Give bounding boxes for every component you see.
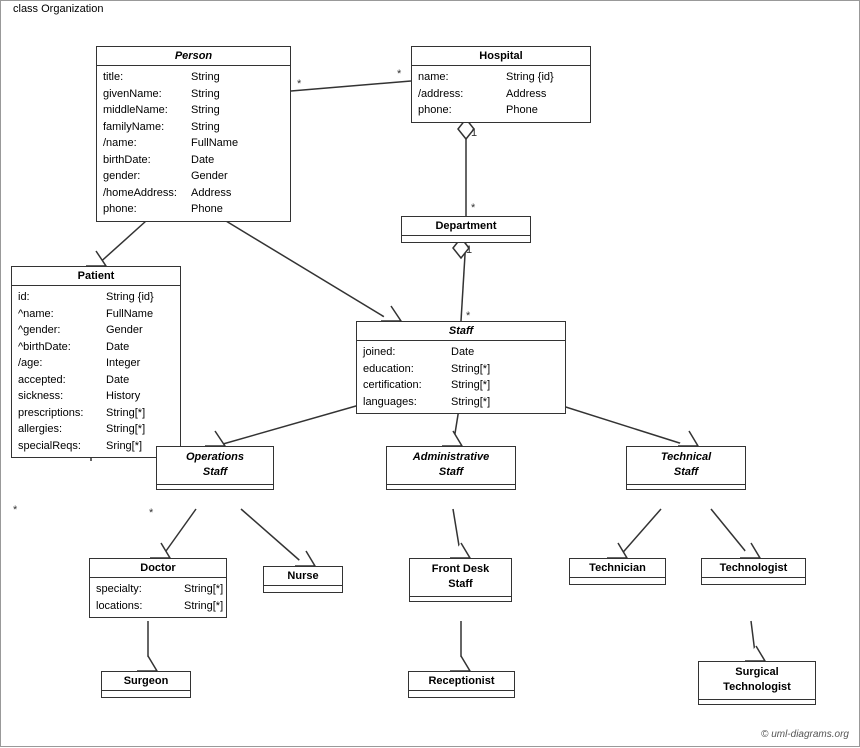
patient-title: Patient [12, 267, 180, 286]
svg-text:*: * [149, 507, 154, 519]
technologist-title: Technologist [702, 559, 805, 578]
department-class: Department [401, 216, 531, 243]
diagram-title: class Organization [9, 3, 108, 15]
person-attrs: title:String givenName:String middleName… [97, 66, 290, 221]
staff-attrs: joined:Date education:String[*] certific… [357, 341, 565, 413]
technical-staff-class: TechnicalStaff [626, 446, 746, 490]
staff-class: Staff joined:Date education:String[*] ce… [356, 321, 566, 414]
technician-title: Technician [570, 559, 665, 578]
surgical-technologist-title: SurgicalTechnologist [699, 662, 815, 700]
hospital-title: Hospital [412, 47, 590, 66]
nurse-class: Nurse [263, 566, 343, 593]
hospital-class: Hospital name:String {id} /address:Addre… [411, 46, 591, 123]
front-desk-staff-class: Front DeskStaff [409, 558, 512, 602]
doctor-class: Doctor specialty:String[*] locations:Str… [89, 558, 227, 618]
surgical-technologist-class: SurgicalTechnologist [698, 661, 816, 705]
department-title: Department [402, 217, 530, 236]
surgeon-title: Surgeon [102, 672, 190, 691]
svg-text:1: 1 [466, 244, 472, 256]
receptionist-class: Receptionist [408, 671, 515, 698]
doctor-title: Doctor [90, 559, 226, 578]
person-title: Person [97, 47, 290, 66]
svg-text:*: * [397, 68, 402, 80]
diagram-container: class Organization * 1 1 * * * [0, 0, 860, 747]
svg-text:*: * [471, 202, 476, 214]
technician-class: Technician [569, 558, 666, 585]
patient-class: Patient id:String {id} ^name:FullName ^g… [11, 266, 181, 458]
svg-text:1: 1 [471, 127, 477, 139]
person-class: Person title:String givenName:String mid… [96, 46, 291, 222]
operations-staff-title: OperationsStaff [157, 447, 273, 485]
administrative-staff-title: AdministrativeStaff [387, 447, 515, 485]
receptionist-title: Receptionist [409, 672, 514, 691]
staff-title: Staff [357, 322, 565, 341]
administrative-staff-class: AdministrativeStaff [386, 446, 516, 490]
operations-staff-class: OperationsStaff [156, 446, 274, 490]
surgeon-class: Surgeon [101, 671, 191, 698]
technologist-class: Technologist [701, 558, 806, 585]
hospital-attrs: name:String {id} /address:Address phone:… [412, 66, 590, 122]
doctor-attrs: specialty:String[*] locations:String[*] [90, 578, 226, 617]
front-desk-staff-title: Front DeskStaff [410, 559, 511, 597]
svg-text:*: * [13, 504, 18, 516]
copyright: © uml-diagrams.org [761, 729, 849, 740]
nurse-title: Nurse [264, 567, 342, 586]
technical-staff-title: TechnicalStaff [627, 447, 745, 485]
svg-text:*: * [297, 78, 302, 90]
patient-attrs: id:String {id} ^name:FullName ^gender:Ge… [12, 286, 180, 457]
